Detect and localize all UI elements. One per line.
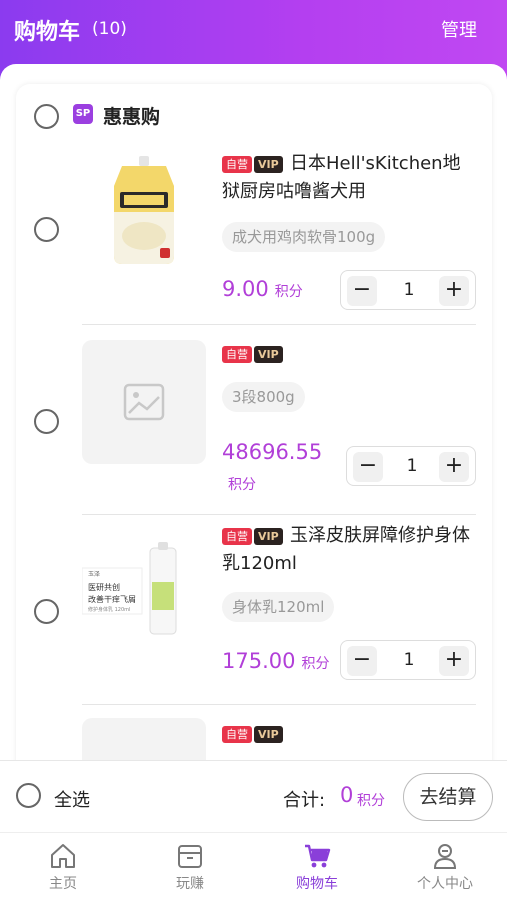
product-thumbnail[interactable] — [82, 340, 206, 464]
cart-panel: SP 惠惠购 自营 VIP 日本Hell'sKitchen地狱厨房咕噜酱犬用 成… — [0, 64, 507, 760]
box-text-2: 改善干痒飞屑 — [88, 594, 136, 604]
self-operated-tag: 自营 — [222, 346, 252, 363]
brand-text: 玉泽 — [88, 570, 100, 578]
shop-select-radio[interactable] — [34, 104, 59, 129]
product-spec[interactable]: 3段800g — [222, 382, 305, 412]
increment-button[interactable]: + — [439, 276, 469, 306]
tab-earn[interactable]: 玩赚 — [135, 841, 245, 897]
product-thumbnail[interactable] — [82, 152, 206, 276]
product-spec[interactable]: 成犬用鸡肉软骨100g — [222, 222, 386, 252]
decrement-button[interactable]: − — [347, 646, 377, 676]
shop-logo: SP — [73, 104, 93, 124]
decrement-button[interactable]: − — [353, 452, 383, 482]
total-value: 0 — [340, 783, 354, 807]
lotion-image: 玉泽 医研共创 改善干痒飞屑 修护身体乳 120ml — [81, 542, 177, 635]
tab-label: 个人中心 — [417, 876, 473, 892]
tab-label: 主页 — [49, 876, 77, 892]
vip-tag: VIP — [254, 726, 283, 743]
quantity-stepper: − 1 + — [346, 446, 476, 486]
home-icon — [51, 844, 75, 868]
manage-button[interactable]: 管理 — [441, 16, 477, 42]
cart-item: 自营 VIP 3段800g 48696.55 积分 − 1 + — [16, 324, 492, 514]
box-icon — [178, 845, 202, 868]
product-thumbnail[interactable]: 玉泽 医研共创 改善干痒飞屑 修护身体乳 120ml — [81, 538, 206, 662]
total-label: 合计: — [283, 790, 326, 811]
cart-count: (10) — [92, 19, 127, 39]
item-select-radio[interactable] — [34, 599, 59, 624]
product-thumbnail[interactable] — [82, 718, 206, 760]
quantity-value[interactable]: 1 — [384, 456, 440, 476]
tab-home[interactable]: 主页 — [8, 841, 118, 897]
product-price: 175.00 积分 — [222, 649, 329, 673]
price-unit: 积分 — [274, 284, 303, 300]
total-unit: 积分 — [357, 793, 385, 809]
quantity-stepper: − 1 + — [340, 640, 476, 680]
box-text-1: 医研共创 — [88, 582, 120, 592]
cart-item: 自营 VIP 日本Hell'sKitchen地狱厨房咕噜酱犬用 成犬用鸡肉软骨1… — [16, 144, 492, 324]
page-title: 购物车 — [14, 20, 81, 45]
tab-profile[interactable]: 个人中心 — [390, 841, 500, 897]
price-value: 175.00 — [222, 649, 296, 673]
product-price: 48696.55 积分 — [222, 437, 342, 500]
select-all-radio[interactable] — [16, 783, 41, 808]
price-unit: 积分 — [228, 477, 256, 493]
shop-name: 惠惠购 — [103, 106, 161, 128]
quantity-value[interactable]: 1 — [381, 650, 437, 670]
item-select-radio[interactable] — [34, 217, 59, 242]
tab-cart[interactable]: 购物车 — [262, 841, 372, 897]
price-unit: 积分 — [301, 656, 330, 672]
pouch-image — [114, 156, 174, 264]
product-price: 9.00 积分 — [222, 277, 303, 301]
cart-icon — [305, 844, 331, 868]
quantity-stepper: − 1 + — [340, 270, 476, 310]
box-text-3: 修护身体乳 120ml — [88, 606, 130, 613]
vip-tag: VIP — [254, 346, 283, 363]
image-placeholder-icon — [123, 383, 165, 421]
cart-item: 玉泽 医研共创 改善干痒飞屑 修护身体乳 120ml 自营 VIP 玉泽皮肤屏障… — [16, 514, 492, 704]
select-all-label[interactable]: 全选 — [54, 786, 90, 812]
price-value: 9.00 — [222, 277, 269, 301]
shop-card: SP 惠惠购 自营 VIP 日本Hell'sKitchen地狱厨房咕噜酱犬用 成… — [16, 84, 492, 760]
increment-button[interactable]: + — [439, 646, 469, 676]
checkout-bar: 全选 合计: 0 积分 去结算 — [0, 760, 507, 832]
cart-item: 自营 VIP — [16, 704, 492, 760]
product-spec[interactable]: 身体乳120ml — [222, 592, 335, 622]
quantity-value[interactable]: 1 — [381, 280, 437, 300]
decrement-button[interactable]: − — [347, 276, 377, 306]
user-icon — [433, 844, 457, 869]
bottom-tab-bar: 主页 玩赚 购物车 个人中心 — [0, 832, 507, 900]
price-value: 48696.55 — [222, 440, 323, 464]
checkout-button[interactable]: 去结算 — [403, 773, 493, 821]
increment-button[interactable]: + — [439, 452, 469, 482]
product-title[interactable]: 日本Hell'sKitchen地狱厨房咕噜酱犬用 — [222, 150, 472, 206]
self-operated-tag: 自营 — [222, 726, 252, 743]
tab-label: 购物车 — [296, 876, 338, 892]
item-select-radio[interactable] — [34, 409, 59, 434]
tab-label: 玩赚 — [176, 876, 204, 892]
product-title[interactable]: 玉泽皮肤屏障修护身体乳120ml — [222, 522, 472, 578]
